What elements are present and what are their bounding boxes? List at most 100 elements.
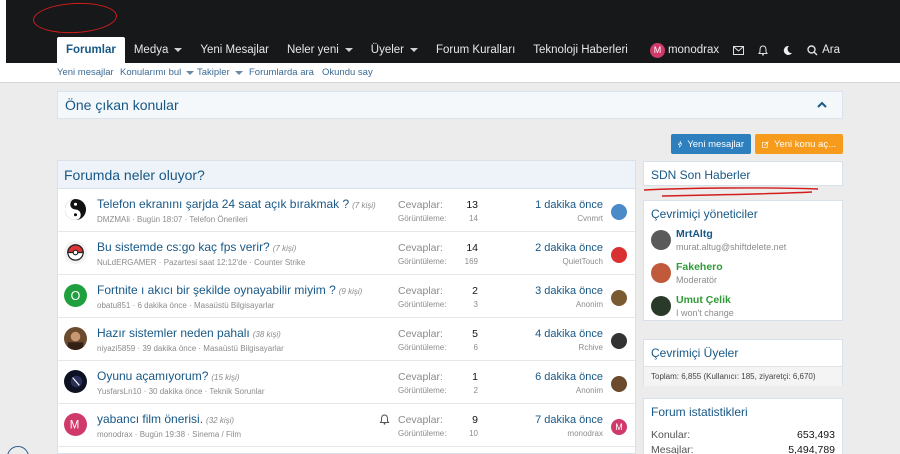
thread-title-text[interactable]: Fortnite ı akıcı bir şekilde oynayabilir… <box>97 283 336 297</box>
last-post-time[interactable]: 4 dakika önce <box>535 328 603 340</box>
thread-author-avatar[interactable] <box>64 198 87 221</box>
nav-item-0[interactable]: Forumlar <box>57 37 125 63</box>
thread-date[interactable]: Pazartesi saat 12:12'de <box>164 258 247 267</box>
last-post-time[interactable]: 7 dakika önce <box>535 414 603 426</box>
caret-down-icon[interactable] <box>186 70 195 75</box>
thread-row[interactable]: Telefon ekranını şarjda 24 saat açık bır… <box>58 189 635 232</box>
user-menu[interactable]: M monodrax <box>649 42 719 58</box>
subnav-item-1[interactable]: Konularımı bul <box>120 67 195 78</box>
last-poster-avatar[interactable] <box>611 247 627 263</box>
thread-author[interactable]: YusfarsLn10 <box>97 387 141 396</box>
thread-author[interactable]: NuLdERGAMER <box>97 258 157 267</box>
thread-author-avatar[interactable]: M <box>64 413 87 436</box>
views-count: 169 <box>464 257 478 266</box>
moderator-avatar[interactable] <box>651 230 671 250</box>
last-post-time[interactable]: 6 dakika önce <box>535 371 603 383</box>
bell-icon[interactable] <box>758 44 769 56</box>
thread-title[interactable]: yabancı film önerisi. (32 kişi) <box>97 412 234 426</box>
last-post-user[interactable]: Anonim <box>576 386 603 395</box>
new-topic-button[interactable]: Yeni konu aç... <box>755 134 843 154</box>
thread-title[interactable]: Bu sistemde cs:go kaç fps verir? (7 kişi) <box>97 240 296 254</box>
nav-item-4[interactable]: Üyeler <box>362 37 427 63</box>
inbox-icon[interactable] <box>733 45 745 55</box>
last-post-time[interactable]: 2 dakika önce <box>535 242 603 254</box>
last-post-user[interactable]: QuietTouch <box>563 257 603 266</box>
moderator-item[interactable]: Umut Çelik I won't change <box>651 294 841 326</box>
thread-forum[interactable]: Sinema / Film <box>192 430 241 439</box>
subnav-item-4[interactable]: Okundu say <box>322 67 373 78</box>
thread-row[interactable]: Bu sistemde cs:go kaç fps verir? (7 kişi)… <box>58 232 635 275</box>
moderator-item[interactable]: MrtAltg murat.altug@shiftdelete.net <box>651 228 841 260</box>
last-poster-avatar[interactable]: M <box>611 419 627 435</box>
last-poster-avatar[interactable] <box>611 204 627 220</box>
thread-title-text[interactable]: Oyunu açamıyorum? <box>97 369 208 383</box>
thread-row[interactable]: Hazır sistemler neden pahalı (38 kişi) niy… <box>58 318 635 361</box>
thread-title[interactable]: Telefon ekranını şarjda 24 saat açık bır… <box>97 197 376 211</box>
thread-date[interactable]: Bugün 19:38 <box>140 430 185 439</box>
moderator-avatar[interactable] <box>651 263 671 283</box>
last-post-time[interactable]: 1 dakika önce <box>535 199 603 211</box>
moderator-name[interactable]: Fakehero <box>676 261 723 273</box>
nav-item-2[interactable]: Yeni Mesajlar <box>191 37 278 63</box>
thread-author[interactable]: monodrax <box>97 430 133 439</box>
last-post-user[interactable]: Rchive <box>579 343 603 352</box>
last-poster-avatar[interactable] <box>611 333 627 349</box>
nav-item-1[interactable]: Medya <box>125 37 192 63</box>
online-title[interactable]: Çevrimiçi Üyeler <box>644 340 842 366</box>
thread-author[interactable]: obatu851 <box>97 301 130 310</box>
thread-date[interactable]: 39 dakika önce <box>142 344 196 353</box>
partial-circle-icon <box>7 446 29 454</box>
thread-title[interactable]: Hazır sistemler neden pahalı (38 kişi) <box>97 326 281 340</box>
last-post-time[interactable]: 3 dakika önce <box>535 285 603 297</box>
thread-date[interactable]: Bugün 18:07 <box>137 215 182 224</box>
moderator-name[interactable]: MrtAltg <box>676 228 713 240</box>
thread-date[interactable]: 6 dakika önce <box>137 301 186 310</box>
nav-item-6[interactable]: Teknoloji Haberleri <box>524 37 637 63</box>
nav-item-3[interactable]: Neler yeni <box>278 37 362 63</box>
thread-forum[interactable]: Telefon Önerileri <box>189 215 247 224</box>
thread-title-text[interactable]: Hazır sistemler neden pahalı <box>97 326 250 340</box>
moderator-name[interactable]: Umut Çelik <box>676 294 731 306</box>
thread-title-text[interactable]: Bu sistemde cs:go kaç fps verir? <box>97 240 270 254</box>
thread-row[interactable]: O Fortnite ı akıcı bir şekilde oynayabili… <box>58 275 635 318</box>
last-post-user[interactable]: monodrax <box>567 429 603 438</box>
moderator-avatar[interactable] <box>651 296 671 316</box>
thread-forum[interactable]: Teknik Sorunlar <box>209 387 264 396</box>
caret-down-icon[interactable] <box>174 48 183 52</box>
thread-forum[interactable]: Counter Strike <box>254 258 305 267</box>
last-post-user[interactable]: Cvnmrt <box>577 214 603 223</box>
thread-title-text[interactable]: yabancı film önerisi. <box>97 412 203 426</box>
chevron-up-icon[interactable] <box>816 99 828 111</box>
thread-row[interactable]: Myabancı film önerisi. (32 kişi) monodrax … <box>58 404 635 447</box>
thread-row[interactable]: Oyunu açamıyorum? (15 kişi) YusfarsLn10 · … <box>58 361 635 404</box>
last-post-user[interactable]: Anonim <box>576 300 603 309</box>
thread-title-text[interactable]: Telefon ekranını şarjda 24 saat açık bır… <box>97 197 349 211</box>
thread-forum[interactable]: Masaüstü Bilgisayarlar <box>194 301 274 310</box>
thread-author-avatar[interactable] <box>64 370 87 393</box>
thread-author[interactable]: DMZMAli <box>97 215 130 224</box>
thread-date[interactable]: 30 dakika önce <box>149 387 203 396</box>
last-poster-avatar[interactable] <box>611 290 627 306</box>
caret-down-icon[interactable] <box>344 48 353 52</box>
thread-forum[interactable]: Masaüstü Bilgisayarlar <box>203 344 283 353</box>
subnav-item-3[interactable]: Forumlarda ara <box>249 67 314 78</box>
replies-label: Cevaplar: <box>398 285 443 297</box>
thread-author[interactable]: niyazi5859 <box>97 344 135 353</box>
last-poster-avatar[interactable] <box>611 376 627 392</box>
thread-title[interactable]: Fortnite ı akıcı bir şekilde oynayabilir… <box>97 283 362 297</box>
search-button[interactable]: Ara <box>807 44 840 56</box>
moderator-item[interactable]: Fakehero Moderatör <box>651 261 841 293</box>
thread-author-avatar[interactable] <box>64 241 87 264</box>
moon-icon[interactable] <box>782 45 793 56</box>
featured-topics-panel[interactable]: Öne çıkan konular <box>57 91 843 119</box>
thread-author-avatar[interactable]: O <box>64 284 87 307</box>
nav-item-5[interactable]: Forum Kuralları <box>427 37 524 63</box>
caret-down-icon[interactable] <box>234 70 243 75</box>
subnav-item-0[interactable]: Yeni mesajlar <box>57 67 114 78</box>
views-count: 3 <box>473 300 478 309</box>
new-messages-button[interactable]: Yeni mesajlar <box>671 134 751 154</box>
thread-author-avatar[interactable] <box>64 327 87 350</box>
subnav-item-2[interactable]: Takipler <box>197 67 243 78</box>
thread-title[interactable]: Oyunu açamıyorum? (15 kişi) <box>97 369 239 383</box>
caret-down-icon[interactable] <box>410 48 419 52</box>
